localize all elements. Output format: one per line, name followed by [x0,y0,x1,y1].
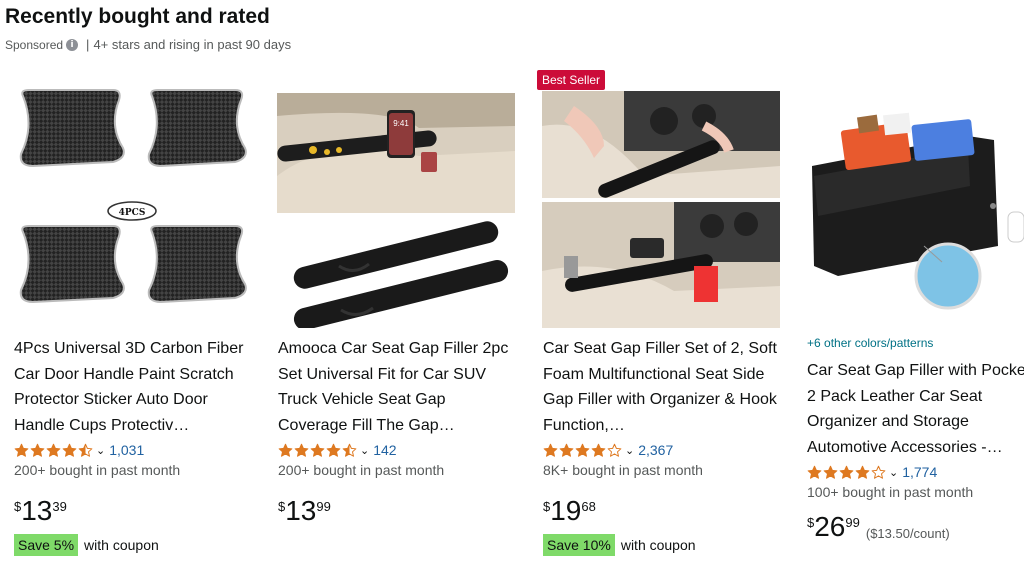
price[interactable]: $ 13 99 [278,496,518,530]
bought-count: 200+ bought in past month [278,462,445,478]
product-image[interactable]: 4PCS [5,66,260,328]
best-seller-badge[interactable]: Best Seller [537,70,606,90]
product-title[interactable]: Car Seat Gap Filler with Pockets 2 Pack … [807,358,1024,460]
price-whole: 19 [550,495,582,526]
product-rating[interactable]: ⌄ 142 [278,440,518,460]
price[interactable]: $ 19 68 [543,496,783,530]
coupon-badge: Save 10% [543,534,615,556]
chevron-down-icon[interactable]: ⌄ [625,444,634,457]
review-count[interactable]: 1,774 [902,464,937,480]
stars [278,443,358,458]
star-icon [575,443,590,458]
star-icon [823,465,838,480]
seat-gap-organizer-image [534,66,789,328]
product-card[interactable]: 9:41 Amooca Car Seat Gap Filler 2pc Set … [269,66,524,566]
coupon-text: with coupon [620,537,696,553]
star-icon [342,443,357,458]
door-handle-protector-image: 4PCS [5,66,260,328]
price-fraction: 99 [845,515,860,530]
review-count[interactable]: 142 [373,442,396,458]
bought-count: 200+ bought in past month [14,462,181,478]
product-image[interactable]: 9:41 [269,66,524,328]
star-icon [855,465,870,480]
star-icon [294,443,309,458]
chevron-down-icon[interactable]: ⌄ [889,466,898,479]
price-whole: 13 [21,495,53,526]
price-whole: 13 [285,495,317,526]
product-info: 4Pcs Universal 3D Carbon Fiber Car Door … [14,336,254,556]
star-icon [607,443,622,458]
coupon: Save 10% with coupon [543,534,783,556]
product-card[interactable]: Best Seller Car Seat Gap Filler Set of 2… [534,66,789,566]
bought-count: 8K+ bought in past month [543,462,703,478]
stars [543,443,623,458]
review-count[interactable]: 1,031 [109,442,144,458]
section-subline: Sponsored i | 4+ stars and rising in pas… [5,37,291,52]
price-symbol: $ [543,499,551,514]
star-icon [807,465,822,480]
star-icon [278,443,293,458]
product-title[interactable]: Amooca Car Seat Gap Filler 2pc Set Unive… [278,336,518,438]
review-count[interactable]: 2,367 [638,442,673,458]
coupon: Save 5% with coupon [14,534,254,556]
star-icon [326,443,341,458]
price-symbol: $ [14,499,22,514]
product-image[interactable] [798,66,1024,328]
price-fraction: 68 [581,499,596,514]
section-title: Recently bought and rated [5,5,270,28]
info-icon[interactable]: i [66,38,79,51]
price-fraction: 39 [52,499,67,514]
star-icon [46,443,61,458]
carousel-header: Recently bought and rated Sponsored i | … [5,4,291,52]
star-icon [871,465,886,480]
phone-clock: 9:41 [393,119,409,128]
star-icon [591,443,606,458]
product-card[interactable]: +6 other colors/patterns Car Seat Gap Fi… [798,66,1024,566]
chevron-down-icon[interactable]: ⌄ [360,444,369,457]
product-info: Car Seat Gap Filler Set of 2, Soft Foam … [543,336,783,556]
product-title[interactable]: 4Pcs Universal 3D Carbon Fiber Car Door … [14,336,254,438]
star-icon [559,443,574,458]
price-symbol: $ [807,515,815,530]
product-info: Amooca Car Seat Gap Filler 2pc Set Unive… [278,336,518,530]
product-rating[interactable]: ⌄ 1,031 [14,440,254,460]
product-image[interactable]: Best Seller [534,66,789,328]
image-label: 4PCS [119,208,146,218]
price-whole: 26 [814,511,846,542]
product-info: +6 other colors/patterns Car Seat Gap Fi… [807,336,1024,546]
product-rating[interactable]: ⌄ 1,774 [807,462,1024,482]
price[interactable]: $ 13 39 [14,496,254,530]
star-icon [839,465,854,480]
coupon-badge: Save 5% [14,534,79,556]
star-icon [62,443,77,458]
product-title[interactable]: Car Seat Gap Filler Set of 2, Soft Foam … [543,336,783,438]
product-card[interactable]: 4PCS 4Pcs Universal 3D Carbon Fiber Car … [5,66,260,566]
section-subtitle: 4+ stars and rising in past 90 days [93,37,292,52]
price[interactable]: $ 26 99 ($13.50/count) [807,512,1024,546]
stars [807,465,887,480]
star-icon [14,443,29,458]
coupon-text: with coupon [84,537,159,553]
star-icon [543,443,558,458]
sponsored-label: Sponsored [5,37,64,52]
separator: | [86,37,90,52]
leather-seat-organizer-image [798,66,1024,328]
seat-gap-filler-image: 9:41 [269,66,524,328]
price-fraction: 99 [316,499,331,514]
product-rating[interactable]: ⌄ 2,367 [543,440,783,460]
star-icon [310,443,325,458]
colors-link[interactable]: +6 other colors/patterns [807,336,1024,350]
price-symbol: $ [278,499,286,514]
chevron-down-icon[interactable]: ⌄ [96,444,105,457]
bought-count: 100+ bought in past month [807,484,974,500]
star-icon [78,443,93,458]
price-per-unit: ($13.50/count) [865,526,950,541]
stars [14,443,94,458]
star-icon [30,443,45,458]
